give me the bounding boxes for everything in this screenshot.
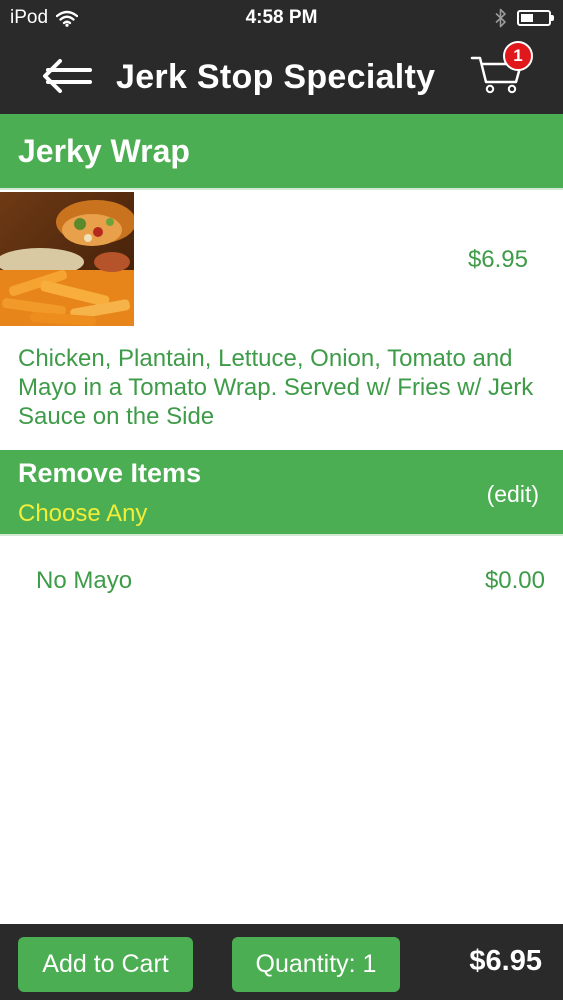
item-price: $6.95 <box>467 246 528 273</box>
navigation-bar: Jerk Stop Specialty <box>0 38 563 114</box>
bottom-bar: Add to Cart Quantity: 1 $6.95 <box>0 924 563 1000</box>
list-item[interactable]: No Mayo $0.00 <box>0 556 563 606</box>
divider <box>0 188 563 190</box>
add-to-cart-button[interactable]: Add to Cart <box>18 937 193 992</box>
remove-items-header: Remove Items Choose Any (edit) <box>0 450 563 534</box>
quantity-button[interactable]: Quantity: 1 <box>232 937 400 992</box>
total-price: $6.95 <box>469 945 542 977</box>
item-photo <box>0 192 134 326</box>
page-title: Jerk Stop Specialty <box>116 58 436 96</box>
food-image <box>0 192 134 326</box>
cart-count-badge[interactable]: 1 <box>503 41 533 71</box>
item-description: Chicken, Plantain, Lettuce, Onion, Tomat… <box>18 345 534 430</box>
battery-icon <box>517 10 554 26</box>
back-button[interactable] <box>40 56 94 96</box>
item-header: Jerky Wrap <box>0 114 563 188</box>
edit-button[interactable]: (edit) <box>487 481 539 508</box>
item-title: Jerky Wrap <box>18 133 190 169</box>
status-bar-right <box>495 8 554 28</box>
status-time: 4:58 PM <box>245 7 318 28</box>
option-price: $0.00 <box>484 567 545 594</box>
remove-items-subtitle: Choose Any <box>18 500 148 527</box>
remove-items-title: Remove Items <box>18 458 202 488</box>
status-bar: iPod 4:58 PM <box>0 0 563 38</box>
bluetooth-icon <box>495 8 506 28</box>
option-name: No Mayo <box>36 567 133 594</box>
divider <box>0 534 563 536</box>
back-arrow-icon <box>43 59 92 93</box>
